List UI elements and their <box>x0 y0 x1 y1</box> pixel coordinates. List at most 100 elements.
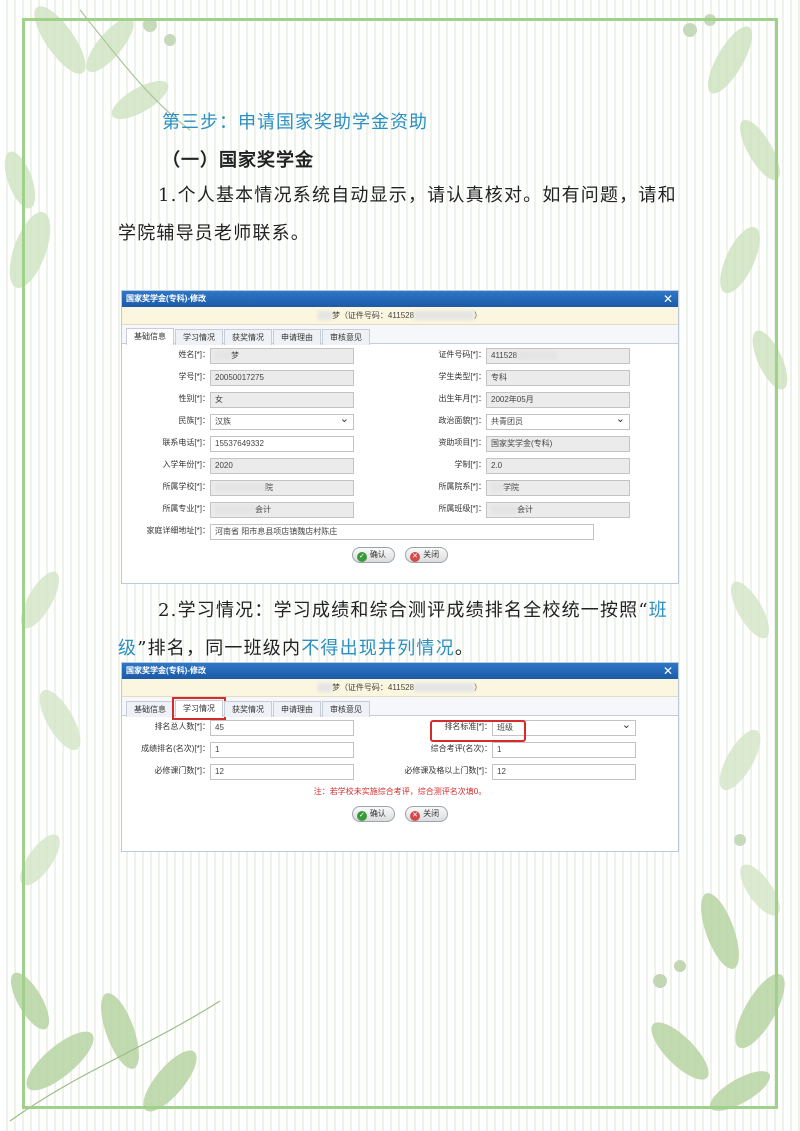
close-icon: ✕ <box>410 811 421 821</box>
tab-awards[interactable]: 获奖情况 <box>224 329 272 345</box>
major-field: 会计 <box>210 502 354 518</box>
grade-rank-input[interactable]: 1 <box>210 742 354 758</box>
paragraph-1-text: 1.个人基本情况系统自动显示，请认真核对。如有问题，请和学院辅导员老师联系。 <box>118 185 677 244</box>
dialog-title-bar: 国家奖学金(专科)-修改 ✕ <box>122 663 678 679</box>
id-number-field: 411528 <box>486 348 630 364</box>
form-row: 联系电话[*]： 15537649332 资助项目[*]： 国家奖学金(专科) <box>122 434 678 456</box>
basic-info-form: 姓名[*]： 梦 证件号码[*]： 411528 学号[*]： 20050017… <box>122 344 678 544</box>
birth-field: 2002年05月 <box>486 392 630 408</box>
grade-rank-label: 成绩排名(名次)[*]： <box>141 744 210 753</box>
dialog-subtitle: 梦（证件号码：411528 ） <box>122 307 678 325</box>
step-heading: 第三步：申请国家奖助学金资助 <box>162 112 428 133</box>
button-bar: ✓ 确认 ✕ 关闭 <box>122 544 678 566</box>
highlight-no-tie: 不得出现并列情况 <box>301 638 455 659</box>
redacted-block <box>317 683 332 693</box>
subtitle-end: ） <box>474 311 483 320</box>
form-row: 必修课门数[*]： 12 必修课及格以上门数[*]： 12 <box>122 762 678 784</box>
dialog-title: 国家奖学金(专科)-修改 <box>126 666 206 675</box>
birth-label: 出生年月[*]： <box>438 394 486 403</box>
name-label: 姓名[*]： <box>178 350 210 359</box>
form-note: 注：若学校未实施综合考评，综合测评名次填0。 <box>313 787 487 796</box>
form-row: 性别[*]： 女 出生年月[*]： 2002年05月 <box>122 390 678 412</box>
major-label: 所属专业[*]： <box>162 504 210 513</box>
gender-label: 性别[*]： <box>178 394 210 403</box>
dialog-study-info: 国家奖学金(专科)-修改 ✕ 梦（证件号码：411528 ） 基础信息 学习情况 获奖… <box>121 662 679 852</box>
required-courses-label: 必修课门数[*]： <box>154 766 210 775</box>
id-number-label: 证件号码[*]： <box>438 350 486 359</box>
button-bar: ✓ 确认 ✕ 关闭 <box>122 800 678 822</box>
program-field: 国家奖学金(专科) <box>486 436 630 452</box>
student-no-label: 学号[*]： <box>178 372 210 381</box>
phone-label: 联系电话[*]： <box>162 438 210 447</box>
form-row: 家庭详细地址[*]： 河南省 阳市息县项店镇魏店村陈庄 <box>122 522 678 544</box>
tab-study[interactable]: 学习情况 <box>172 697 226 720</box>
confirm-button[interactable]: ✓ 确认 <box>351 806 395 822</box>
form-row: 入学年份[*]： 2020 学制[*]： 2.0 <box>122 456 678 478</box>
required-courses-input[interactable]: 12 <box>210 764 354 780</box>
close-icon: ✕ <box>410 552 421 562</box>
tab-bar: 基础信息 学习情况 获奖情况 申请理由 审核意见 <box>122 697 678 720</box>
form-row: 排名总人数[*]： 45 排名标准[*]： 班级 <box>122 718 678 740</box>
rank-total-input[interactable]: 45 <box>210 720 354 736</box>
paragraph-1: 1.个人基本情况系统自动显示，请认真核对。如有问题，请和学院辅导员老师联系。 <box>118 177 683 253</box>
tab-review[interactable]: 审核意见 <box>322 701 370 717</box>
enroll-year-label: 入学年份[*]： <box>162 460 210 469</box>
student-type-field: 专科 <box>486 370 630 386</box>
class-field: 会计 <box>486 502 630 518</box>
college-field: 学院 <box>486 480 630 496</box>
ethnicity-label: 民族[*]： <box>178 416 210 425</box>
form-row: 所属学校[*]： 院 所属院系[*]： 学院 <box>122 478 678 500</box>
applicant-name: 梦 <box>331 311 340 320</box>
redacted-block <box>317 311 332 321</box>
form-row: 成绩排名(名次)[*]： 1 综合考评(名次)： 1 <box>122 740 678 762</box>
close-icon[interactable]: ✕ <box>663 291 673 307</box>
study-info-form: 排名总人数[*]： 45 排名标准[*]： 班级 成绩排名(名次)[*]： 1 … <box>122 716 678 784</box>
politics-select[interactable]: 共青团员 <box>486 414 630 430</box>
tab-awards[interactable]: 获奖情况 <box>224 701 272 717</box>
address-input[interactable]: 河南省 阳市息县项店镇魏店村陈庄 <box>210 524 594 540</box>
paragraph-2: 2.学习情况：学习成绩和综合测评成绩排名全校统一按照“班级”排名，同一班级内不得… <box>118 592 683 668</box>
dialog-title-bar: 国家奖学金(专科)-修改 ✕ <box>122 291 678 307</box>
politics-label: 政治面貌[*]： <box>438 416 486 425</box>
college-label: 所属院系[*]： <box>438 482 486 491</box>
duration-field: 2.0 <box>486 458 630 474</box>
redacted-block <box>414 683 475 693</box>
close-icon[interactable]: ✕ <box>663 663 673 679</box>
eval-rank-input[interactable]: 1 <box>492 742 636 758</box>
confirm-button[interactable]: ✓ 确认 <box>351 547 395 563</box>
id-label: （证件号码：411528 <box>339 683 415 692</box>
name-field: 梦 <box>210 348 354 364</box>
id-label: （证件号码：411528 <box>339 311 415 320</box>
eval-rank-label: 综合考评(名次)： <box>430 744 492 753</box>
dialog-basic-info: 国家奖学金(专科)-修改 ✕ 梦（证件号码：411528） 基础信息 学习情况 获奖… <box>121 290 679 584</box>
form-row: 所属专业[*]： 会计 所属班级[*]： 会计 <box>122 500 678 522</box>
dialog-title: 国家奖学金(专科)-修改 <box>126 294 206 303</box>
school-field: 院 <box>210 480 354 496</box>
close-button[interactable]: ✕ 关闭 <box>405 806 449 822</box>
student-type-label: 学生类型[*]： <box>438 372 486 381</box>
section-heading: （一）国家奖学金 <box>162 150 314 171</box>
program-label: 资助项目[*]： <box>438 438 486 447</box>
subtitle-end: ） <box>474 683 483 692</box>
ethnicity-select[interactable]: 汉族 <box>210 414 354 430</box>
tab-reason[interactable]: 申请理由 <box>273 701 321 717</box>
passed-courses-input[interactable]: 12 <box>492 764 636 780</box>
gender-field: 女 <box>210 392 354 408</box>
address-label: 家庭详细地址[*]： <box>146 526 210 535</box>
applicant-name: 梦 <box>331 683 340 692</box>
tab-bar: 基础信息 学习情况 获奖情况 申请理由 审核意见 <box>122 325 678 345</box>
check-icon: ✓ <box>356 811 367 821</box>
form-row: 民族[*]： 汉族 政治面貌[*]： 共青团员 <box>122 412 678 434</box>
tab-review[interactable]: 审核意见 <box>322 329 370 345</box>
check-icon: ✓ <box>356 552 367 562</box>
phone-input[interactable]: 15537649332 <box>210 436 354 452</box>
rank-total-label: 排名总人数[*]： <box>154 722 210 731</box>
paragraph-2-text: 2.学习情况：学习成绩和综合测评成绩排名全校统一按照“班级”排名，同一班级内不得… <box>118 600 668 659</box>
tab-study[interactable]: 学习情况 <box>175 329 223 345</box>
form-row: 学号[*]： 20050017275 学生类型[*]： 专科 <box>122 368 678 390</box>
tab-basic-info[interactable]: 基础信息 <box>126 328 174 345</box>
close-button[interactable]: ✕ 关闭 <box>405 547 449 563</box>
duration-label: 学制[*]： <box>454 460 486 469</box>
tab-reason[interactable]: 申请理由 <box>273 329 321 345</box>
tab-basic-info[interactable]: 基础信息 <box>126 701 174 717</box>
